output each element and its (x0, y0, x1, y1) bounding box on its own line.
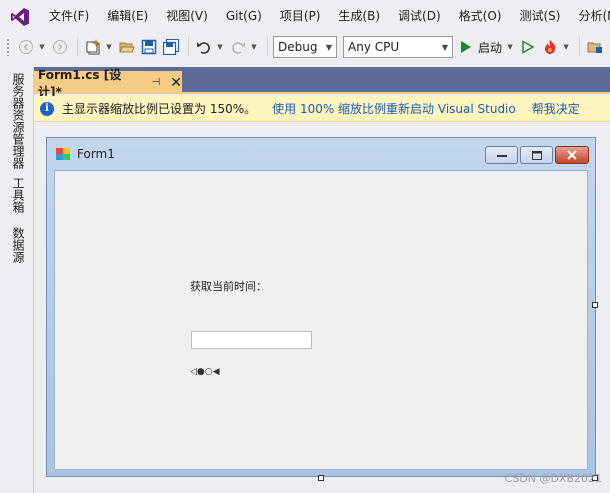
start-without-debugging-icon[interactable] (518, 37, 538, 57)
chevron-down-icon: ▼ (325, 42, 332, 52)
tab-form1-designer[interactable]: Form1.cs [设计]* ⊣ ✕ (34, 68, 182, 99)
form-title: Form1 (77, 147, 115, 161)
visual-studio-logo-icon[interactable] (10, 6, 30, 28)
toolbar-separator (579, 38, 581, 56)
menu-build[interactable]: 生成(B) (329, 0, 389, 33)
menu-analyze[interactable]: 分析(N (569, 0, 610, 33)
watermark: CSDN @DXB2021 (504, 472, 602, 485)
new-project-dropdown-icon[interactable]: ▼ (105, 43, 113, 51)
toolbar-separator (77, 38, 78, 56)
info-bar-message: 主显示器缩放比例已设置为 150%。 (62, 102, 257, 116)
hot-reload-dropdown-icon[interactable]: ▼ (562, 43, 570, 51)
form-client-area[interactable]: 获取当前时间： ◁●○◀ (54, 170, 588, 470)
sidebar-tab-toolbox[interactable]: 工具箱 (10, 177, 27, 213)
sidebar-tab-server-explorer[interactable]: 服务器资源管理器 (10, 73, 27, 169)
hot-reload-icon[interactable] (540, 37, 560, 57)
solution-platform-select[interactable]: Any CPU ▼ (343, 36, 453, 58)
close-icon[interactable]: ✕ (170, 75, 182, 91)
document-tab-strip: Form1.cs [设计]* ⊣ ✕ (34, 67, 610, 99)
start-button[interactable]: 启动 (478, 39, 502, 56)
undo-dropdown-icon[interactable]: ▼ (216, 43, 224, 51)
save-all-icon[interactable] (161, 37, 181, 57)
navigate-back-icon[interactable] (16, 37, 36, 57)
window-controls (483, 146, 589, 164)
solution-configuration-value: Debug (278, 40, 318, 54)
redo-dropdown-icon[interactable]: ▼ (250, 43, 258, 51)
toolbar-grip[interactable] (6, 38, 10, 56)
tab-label: Form1.cs [设计]* (38, 67, 122, 99)
start-dropdown-icon[interactable]: ▼ (506, 43, 514, 51)
toolbar-separator (188, 38, 189, 56)
tool-window-strip: 服务器资源管理器 工具箱 数据源 (0, 67, 34, 493)
solution-explorer-icon[interactable] (585, 37, 605, 57)
chevron-down-icon: ▼ (441, 42, 448, 52)
get-time-label[interactable]: 获取当前时间： (190, 278, 267, 294)
timer-component-icon[interactable]: ◁●○◀ (190, 367, 220, 377)
form-app-icon (56, 147, 72, 161)
open-file-icon[interactable] (117, 37, 137, 57)
resize-handle-right[interactable] (592, 302, 598, 308)
menu-format[interactable]: 格式(O) (450, 0, 511, 33)
solution-platform-value: Any CPU (348, 40, 400, 54)
restart-at-100-link[interactable]: 使用 100% 缩放比例重新启动 Visual Studio (272, 100, 516, 117)
maximize-icon[interactable] (520, 146, 553, 164)
help-me-decide-link[interactable]: 帮我决定 (532, 100, 580, 117)
start-icon[interactable] (459, 37, 473, 57)
sidebar-tab-data-sources[interactable]: 数据源 (10, 227, 27, 263)
menu-edit[interactable]: 编辑(E) (98, 0, 157, 33)
close-window-icon[interactable] (555, 146, 589, 164)
minimize-icon[interactable] (485, 146, 518, 164)
new-project-icon[interactable] (83, 37, 103, 57)
menu-file[interactable]: 文件(F) (40, 0, 98, 33)
info-icon: i (40, 101, 54, 116)
menu-debug[interactable]: 调试(D) (389, 0, 450, 33)
form-window[interactable]: Form1 获取当前时间： ◁●○◀ (46, 137, 596, 477)
menu-project[interactable]: 项目(P) (271, 0, 330, 33)
info-bar: i 主显示器缩放比例已设置为 150%。 使用 100% 缩放比例重新启动 Vi… (34, 96, 610, 122)
resize-handle-bottom[interactable] (318, 475, 324, 481)
save-icon[interactable] (139, 37, 159, 57)
designer-surface: Form1 获取当前时间： ◁●○◀ (34, 123, 610, 493)
menu-view[interactable]: 视图(V) (157, 0, 217, 33)
menu-git[interactable]: Git(G) (217, 0, 271, 33)
standard-toolbar: ▼ ▼ ▼ ▼ Debug ▼ Any CPU ▼ 启动 ▼ ▼ (0, 33, 610, 61)
menu-bar: 文件(F) 编辑(E) 视图(V) Git(G) 项目(P) 生成(B) 调试(… (0, 0, 610, 33)
form-title-bar: Form1 (47, 138, 595, 170)
time-textbox[interactable] (191, 331, 312, 349)
document-area: Form1.cs [设计]* ⊣ ✕ i 主显示器缩放比例已设置为 150%。 … (34, 67, 610, 493)
menu-test[interactable]: 测试(S) (510, 0, 569, 33)
undo-icon[interactable] (194, 37, 214, 57)
redo-icon[interactable] (228, 37, 248, 57)
navigate-forward-icon[interactable] (50, 37, 70, 57)
toolbar-separator (267, 38, 268, 56)
navigate-back-dropdown-icon[interactable]: ▼ (38, 43, 46, 51)
pin-icon[interactable]: ⊣ (152, 77, 161, 88)
solution-configuration-select[interactable]: Debug ▼ (273, 36, 337, 58)
